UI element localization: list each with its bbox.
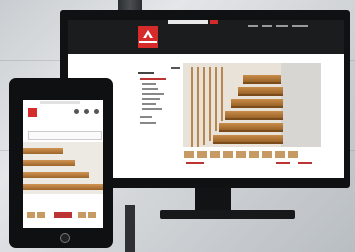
stair-baluster (203, 67, 205, 145)
staircase-photo (183, 63, 321, 147)
header-link[interactable] (276, 25, 288, 27)
stair-baluster (215, 67, 217, 131)
search-button[interactable] (210, 20, 218, 24)
sidebar-item[interactable] (142, 103, 156, 105)
price-tag (54, 212, 72, 218)
stair-step (238, 87, 283, 96)
thumbnail[interactable] (248, 150, 260, 159)
stair-step (23, 184, 103, 190)
brand-logo-icon[interactable] (138, 26, 158, 48)
home-button-icon[interactable] (60, 233, 70, 243)
stair-step (219, 123, 283, 132)
thumbnail[interactable] (88, 212, 96, 218)
thumbnail[interactable] (183, 150, 195, 159)
stair-step (23, 160, 75, 166)
photo-wall (281, 63, 321, 147)
thumbnail[interactable] (287, 150, 299, 159)
sidebar-item[interactable] (140, 122, 156, 124)
thumbnail[interactable] (209, 150, 221, 159)
stair-baluster (191, 67, 193, 147)
sidebar-item[interactable] (142, 83, 156, 85)
stair-step (213, 135, 283, 144)
thumbnail[interactable] (78, 212, 86, 218)
thumbnail[interactable] (27, 212, 35, 218)
price-tag (186, 162, 204, 164)
sidebar-heading (138, 72, 154, 74)
tablet-staircase-photo (23, 142, 103, 194)
brand-logo-icon[interactable] (28, 108, 37, 117)
sidebar-item[interactable] (142, 88, 158, 90)
stair-step (23, 172, 89, 178)
thumbnail[interactable] (261, 150, 273, 159)
sidebar-item[interactable] (142, 93, 164, 95)
header-link[interactable] (292, 25, 308, 27)
stair-baluster (197, 67, 199, 147)
tablet-search-input[interactable] (28, 131, 102, 140)
cart-icon[interactable] (84, 109, 89, 114)
thumbnail[interactable] (196, 150, 208, 159)
background-pillar (125, 205, 135, 252)
sidebar-item[interactable] (140, 78, 166, 80)
monitor-stand (195, 188, 231, 210)
sidebar-item[interactable] (142, 108, 162, 110)
stair-baluster (209, 67, 211, 141)
stair-step (225, 111, 283, 120)
thumbnail[interactable] (222, 150, 234, 159)
search-icon[interactable] (74, 109, 79, 114)
menu-icon[interactable] (94, 109, 99, 114)
stair-step (243, 75, 281, 84)
header-link[interactable] (262, 25, 272, 27)
monitor-base (160, 210, 295, 219)
search-input[interactable] (168, 20, 208, 24)
price-tag (276, 162, 290, 164)
nav-item[interactable] (171, 67, 180, 69)
thumbnail[interactable] (235, 150, 247, 159)
tablet-url-bar[interactable] (40, 101, 80, 104)
price-tag (298, 162, 312, 164)
stair-baluster (221, 67, 223, 121)
stair-step (231, 99, 283, 108)
thumbnail[interactable] (274, 150, 286, 159)
thumbnail[interactable] (37, 212, 45, 218)
stair-step (23, 148, 63, 154)
header-link[interactable] (248, 25, 258, 27)
sidebar-item[interactable] (140, 116, 152, 118)
sidebar-item[interactable] (142, 98, 160, 100)
